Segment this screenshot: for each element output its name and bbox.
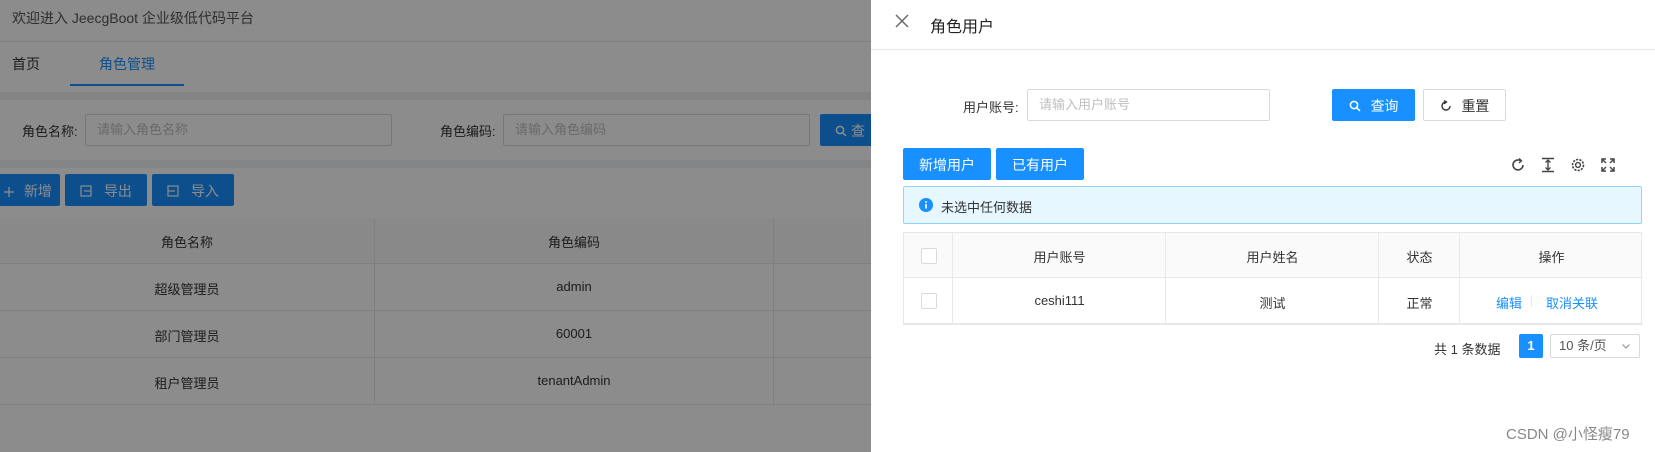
column-actions: 操作 xyxy=(1538,250,1565,265)
table-row[interactable]: ceshi111 测试 正常 编辑 取消关联 xyxy=(903,278,1643,325)
selection-alert: 未选中任何数据 xyxy=(903,186,1642,224)
chevron-down-icon xyxy=(1621,336,1631,358)
existing-user-button[interactable]: 已有用户 xyxy=(996,148,1084,180)
search-icon xyxy=(1349,91,1361,123)
pagination-total: 共 1 条数据 xyxy=(1434,342,1501,357)
fullscreen-icon[interactable] xyxy=(1599,156,1617,174)
user-query-button[interactable]: 查询 xyxy=(1332,89,1415,121)
user-reset-button[interactable]: 重置 xyxy=(1423,89,1506,121)
status-cell: 正常 xyxy=(1406,296,1433,311)
drawer-mask[interactable] xyxy=(0,0,871,452)
page-1-button[interactable]: 1 xyxy=(1519,334,1543,358)
gear-icon[interactable] xyxy=(1569,156,1587,174)
info-icon xyxy=(919,198,933,215)
add-user-button[interactable]: 新增用户 xyxy=(903,148,991,180)
unlink-link[interactable]: 取消关联 xyxy=(1546,293,1598,312)
page-size-select[interactable]: 10 条/页 xyxy=(1550,334,1640,358)
user-name-cell: 测试 xyxy=(1259,296,1286,311)
select-all-checkbox[interactable] xyxy=(921,248,937,264)
role-user-drawer: 角色用户 用户账号: 请输入用户账号 查询 重置 新增用户 已有用户 未选中任何… xyxy=(871,0,1655,452)
user-account-input[interactable]: 请输入用户账号 xyxy=(1027,89,1270,121)
row-checkbox[interactable] xyxy=(921,293,937,309)
user-account-label: 用户账号: xyxy=(963,100,1019,115)
role-user-table: 用户账号 用户姓名 状态 操作 ceshi111 测试 正常 编辑 取消关联 xyxy=(903,232,1643,325)
reload-icon xyxy=(1440,91,1452,123)
column-user-name: 用户姓名 xyxy=(1246,250,1299,265)
column-height-icon[interactable] xyxy=(1539,156,1557,174)
close-icon[interactable] xyxy=(895,14,909,31)
column-user-account: 用户账号 xyxy=(1033,250,1086,265)
alert-text: 未选中任何数据 xyxy=(941,200,1033,215)
watermark: CSDN @小怪瘦79 xyxy=(1506,426,1630,443)
user-account-cell: ceshi111 xyxy=(1034,293,1085,308)
edit-link[interactable]: 编辑 xyxy=(1496,293,1522,312)
action-divider xyxy=(1531,295,1532,307)
drawer-header: 角色用户 xyxy=(871,0,1655,50)
column-status: 状态 xyxy=(1406,250,1433,265)
refresh-icon[interactable] xyxy=(1509,156,1527,174)
drawer-title: 角色用户 xyxy=(930,19,995,36)
table-header: 用户账号 用户姓名 状态 操作 xyxy=(903,232,1643,278)
